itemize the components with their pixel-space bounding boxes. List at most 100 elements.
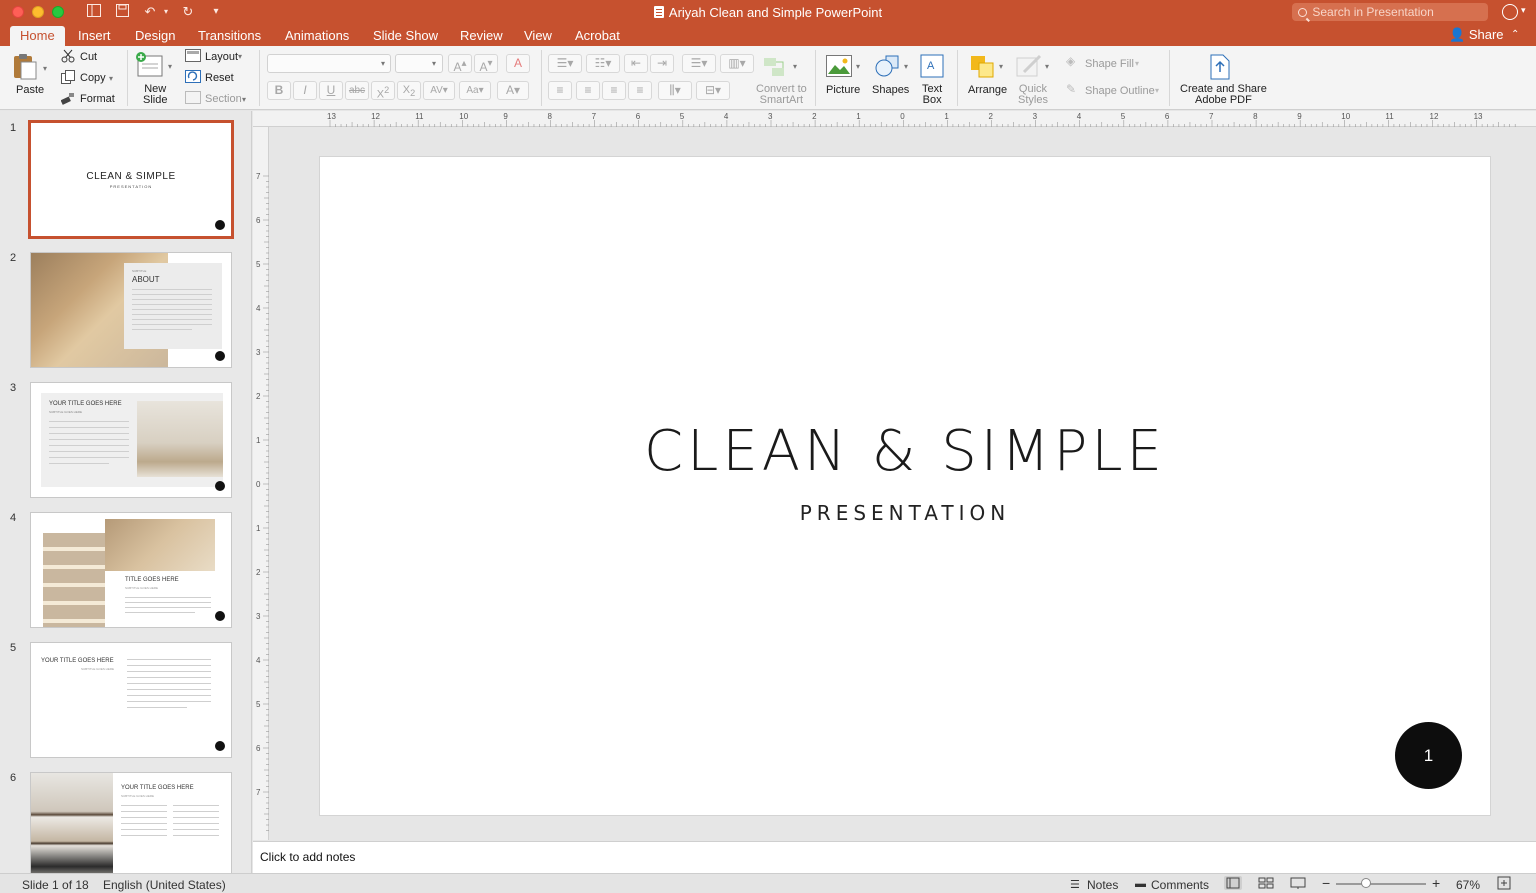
font-size-caret-icon[interactable]: ▾ xyxy=(432,59,436,68)
font-family-select[interactable] xyxy=(267,54,391,73)
tab-home[interactable]: Home xyxy=(10,26,65,46)
bullets-icon[interactable]: ☰▾ xyxy=(548,54,582,73)
arrange-caret-icon[interactable]: ▾ xyxy=(999,62,1003,71)
format-button[interactable]: Format xyxy=(80,93,115,105)
justify-icon[interactable]: ≡ xyxy=(628,81,652,100)
cut-button[interactable]: Cut xyxy=(80,51,97,63)
layout-button[interactable]: Layout xyxy=(205,51,238,63)
paste-button[interactable]: Paste xyxy=(16,84,44,96)
slide-thumbnail-pane[interactable]: 1 CLEAN & SIMPLE PRESENTATION 2 SUBTITLE… xyxy=(0,111,252,873)
adobe-pdf-icon[interactable] xyxy=(1208,54,1232,83)
create-adobe-pdf-button[interactable]: Create and Share Adobe PDF xyxy=(1180,84,1267,106)
tab-insert[interactable]: Insert xyxy=(78,27,111,46)
zoom-out-icon[interactable]: − xyxy=(1322,875,1330,891)
text-box-icon[interactable]: A xyxy=(920,54,944,81)
section-button[interactable]: Section xyxy=(205,93,242,105)
columns-icon[interactable]: ▥▾ xyxy=(720,54,754,73)
copy-caret-icon[interactable]: ▾ xyxy=(109,74,113,83)
fit-to-window-icon[interactable] xyxy=(1497,876,1511,893)
new-slide-button[interactable]: New Slide xyxy=(143,84,167,106)
shapes-caret-icon[interactable]: ▾ xyxy=(904,62,908,71)
picture-button[interactable]: Picture xyxy=(826,84,860,96)
italic-icon[interactable]: I xyxy=(293,81,317,100)
change-case-icon[interactable]: Aa▾ xyxy=(459,81,491,100)
tab-animations[interactable]: Animations xyxy=(285,27,349,46)
copy-button[interactable]: Copy xyxy=(80,72,106,84)
picture-icon[interactable] xyxy=(826,55,852,80)
font-color-icon[interactable]: A▾ xyxy=(497,81,529,100)
tab-acrobat[interactable]: Acrobat xyxy=(575,27,620,46)
line-spacing-icon[interactable]: ☰▾ xyxy=(682,54,716,73)
superscript-icon[interactable]: X2 xyxy=(371,81,395,101)
section-caret-icon[interactable]: ▾ xyxy=(242,95,246,104)
quick-styles-button[interactable]: Quick Styles xyxy=(1018,84,1048,106)
zoom-slider-handle[interactable] xyxy=(1361,878,1371,888)
slide-number-badge[interactable]: 1 xyxy=(1395,722,1462,789)
slide-thumbnail-5[interactable]: YOUR TITLE GOES HERE SUBTITLE GOES HERE xyxy=(30,642,232,758)
reset-button[interactable]: Reset xyxy=(205,72,234,84)
notes-toggle-button[interactable]: Notes xyxy=(1087,878,1118,892)
align-left-icon[interactable]: ≡ xyxy=(548,81,572,100)
shapes-button[interactable]: Shapes xyxy=(872,84,909,96)
quick-styles-caret-icon[interactable]: ▾ xyxy=(1045,62,1049,71)
increase-indent-icon[interactable]: ⇥ xyxy=(650,54,674,73)
current-slide[interactable]: CLEAN & SIMPLE PRESENTATION 1 xyxy=(320,157,1490,815)
feedback-caret-icon[interactable]: ▾ xyxy=(1521,5,1526,16)
share-button[interactable]: 👤 Share xyxy=(1449,27,1504,43)
shapes-icon[interactable] xyxy=(874,54,902,81)
notes-pane[interactable]: Click to add notes xyxy=(253,841,1536,873)
increase-font-size-icon[interactable]: A▴ xyxy=(448,54,472,74)
new-slide-caret-icon[interactable]: ▾ xyxy=(168,62,172,71)
feedback-smiley-icon[interactable] xyxy=(1502,4,1518,20)
slide-sorter-icon[interactable] xyxy=(1258,876,1274,893)
bold-icon[interactable]: B xyxy=(267,81,291,100)
zoom-slider[interactable] xyxy=(1336,883,1426,885)
layout-caret-icon[interactable]: ▾ xyxy=(238,52,242,61)
slide-thumbnail-6[interactable]: YOUR TITLE GOES HERE SUBTITLE GOES HERE xyxy=(30,772,232,873)
align-center-icon[interactable]: ≡ xyxy=(576,81,600,100)
tab-view[interactable]: View xyxy=(524,27,552,46)
tab-transitions[interactable]: Transitions xyxy=(198,27,261,46)
slide-title[interactable]: CLEAN & SIMPLE xyxy=(320,419,1490,484)
tab-design[interactable]: Design xyxy=(135,27,175,46)
new-slide-icon[interactable] xyxy=(136,52,164,81)
shape-fill-caret-icon[interactable]: ▾ xyxy=(1135,59,1139,68)
align-right-icon[interactable]: ≡ xyxy=(602,81,626,100)
zoom-in-icon[interactable]: + xyxy=(1432,875,1440,891)
slide-thumbnail-2[interactable]: SUBTITLE ABOUT xyxy=(30,252,232,368)
reading-view-icon[interactable] xyxy=(1290,876,1306,893)
decrease-font-size-icon[interactable]: A▾ xyxy=(474,54,498,74)
slide-thumbnail-3[interactable]: YOUR TITLE GOES HERE SUBTITLE GOES HERE xyxy=(30,382,232,498)
tab-slide-show[interactable]: Slide Show xyxy=(373,27,438,46)
zoom-level[interactable]: 67% xyxy=(1456,878,1480,892)
slide-thumbnail-1[interactable]: CLEAN & SIMPLE PRESENTATION xyxy=(28,120,234,239)
picture-caret-icon[interactable]: ▾ xyxy=(856,62,860,71)
shape-outline-caret-icon[interactable]: ▾ xyxy=(1155,86,1159,95)
text-direction-icon[interactable]: ⫼▾ xyxy=(658,81,692,100)
font-family-caret-icon[interactable]: ▾ xyxy=(381,59,385,68)
decrease-indent-icon[interactable]: ⇤ xyxy=(624,54,648,73)
underline-icon[interactable]: U xyxy=(319,81,343,100)
arrange-button[interactable]: Arrange xyxy=(968,84,1007,96)
slide-thumbnail-4[interactable]: TITLE GOES HERE SUBTITLE GOES HERE xyxy=(30,512,232,628)
align-text-icon[interactable]: ⊟▾ xyxy=(696,81,730,100)
text-box-button[interactable]: Text Box xyxy=(922,84,942,106)
character-spacing-icon[interactable]: AV▾ xyxy=(423,81,455,100)
smartart-caret-icon[interactable]: ▾ xyxy=(793,62,797,71)
subscript-icon[interactable]: X2 xyxy=(397,81,421,100)
smartart-icon[interactable] xyxy=(763,56,791,81)
slide-subtitle[interactable]: PRESENTATION xyxy=(320,501,1490,525)
shape-outline-button[interactable]: Shape Outline xyxy=(1085,85,1155,97)
numbering-icon[interactable]: ☷▾ xyxy=(586,54,620,73)
paste-caret-icon[interactable]: ▾ xyxy=(43,64,47,73)
convert-to-smartart-button[interactable]: Convert to SmartArt xyxy=(756,84,807,106)
quick-styles-icon[interactable] xyxy=(1016,54,1044,81)
arrange-icon[interactable] xyxy=(970,54,998,81)
clear-formatting-icon[interactable]: A xyxy=(506,54,530,73)
language-indicator[interactable]: English (United States) xyxy=(103,878,226,892)
collapse-ribbon-icon[interactable]: ⌃ xyxy=(1511,29,1519,40)
shape-fill-button[interactable]: Shape Fill xyxy=(1085,58,1134,70)
comments-toggle-button[interactable]: Comments xyxy=(1151,878,1209,892)
normal-view-icon[interactable] xyxy=(1224,876,1242,890)
strikethrough-icon[interactable]: abc xyxy=(345,81,369,100)
